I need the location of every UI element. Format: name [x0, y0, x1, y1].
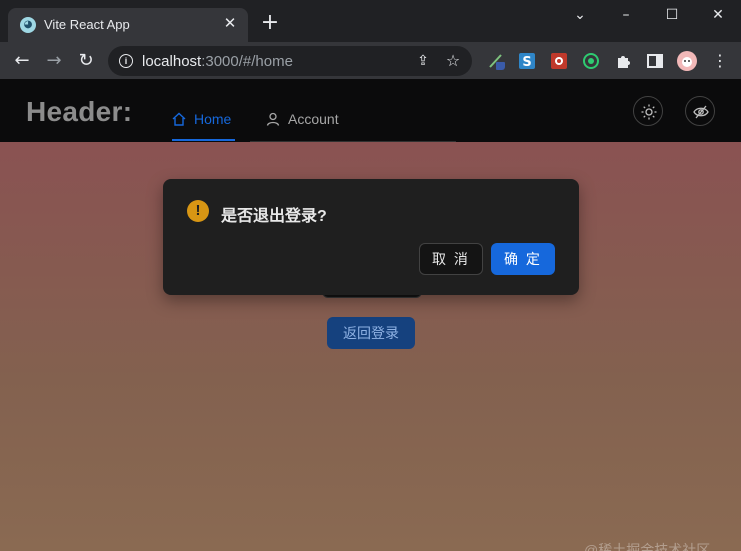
vite-favicon-icon: ◕ — [20, 17, 36, 33]
visibility-toggle-button[interactable] — [685, 96, 715, 126]
nav-active-indicator — [172, 139, 235, 141]
dialog-title: 是否退出登录? — [221, 208, 327, 225]
nav-divider — [250, 141, 456, 142]
bookmark-star-icon[interactable]: ☆ — [444, 52, 462, 70]
address-bar[interactable]: i localhost:3000/#/home ⇪ ☆ — [108, 46, 472, 76]
browser-tabstrip: ◕ Vite React App ✕ + ⌄ – ☐ ✕ — [0, 0, 741, 42]
tab-search-icon[interactable]: ⌄ — [569, 4, 591, 26]
app-header: Header: Home Account — [0, 79, 741, 142]
confirm-dialog: ! 是否退出登录? 取 消 确 定 — [163, 179, 579, 295]
profile-avatar[interactable] — [676, 50, 698, 72]
sun-icon — [641, 104, 657, 120]
nav-account-label: Account — [288, 111, 339, 127]
tab-close-icon[interactable]: ✕ — [220, 14, 240, 34]
info-icon[interactable]: i — [119, 54, 133, 68]
minimize-icon[interactable]: – — [615, 4, 637, 26]
red-extension-icon[interactable] — [550, 52, 568, 70]
tab-title: Vite React App — [44, 17, 130, 32]
s-extension-icon[interactable]: S — [518, 52, 536, 70]
home-icon — [172, 112, 186, 126]
browser-toolbar: ← → ↻ i localhost:3000/#/home ⇪ ☆ S ⋮ — [0, 42, 741, 79]
page-title: Header: — [26, 96, 133, 127]
window-close-icon[interactable]: ✕ — [707, 4, 729, 26]
puzzle-icon[interactable] — [614, 52, 632, 70]
url-text[interactable]: localhost:3000/#/home — [142, 53, 293, 70]
forward-arrow-icon[interactable]: → — [42, 49, 66, 73]
exclamation-circle-icon: ! — [187, 200, 209, 222]
user-icon — [266, 112, 280, 126]
nav-home[interactable]: Home — [172, 111, 231, 141]
pen-extension-icon[interactable] — [487, 52, 505, 70]
browser-tab[interactable]: ◕ Vite React App ✕ — [8, 8, 248, 42]
share-icon[interactable]: ⇪ — [414, 52, 432, 70]
theme-toggle-button[interactable] — [633, 96, 663, 126]
back-to-login-button[interactable]: 返回登录 — [327, 317, 415, 349]
sidepanel-icon[interactable] — [646, 52, 664, 70]
eye-slash-icon — [693, 105, 709, 119]
maximize-icon[interactable]: ☐ — [661, 4, 683, 26]
watermark: @稀土掘金技术社区 — [584, 542, 711, 551]
reload-icon[interactable]: ↻ — [74, 49, 98, 73]
nav-home-label: Home — [194, 111, 232, 127]
svg-text:S: S — [522, 55, 531, 70]
circle-extension-icon[interactable] — [582, 52, 600, 70]
confirm-button[interactable]: 确 定 — [491, 243, 555, 275]
cancel-button[interactable]: 取 消 — [419, 243, 483, 275]
menu-dots-icon[interactable]: ⋮ — [708, 49, 732, 73]
nav-account[interactable]: Account — [266, 111, 339, 141]
page-content: Header: Home Account 返回登录 ! 是否退出登录? 取 消 … — [0, 79, 741, 551]
new-tab-icon[interactable]: + — [258, 11, 282, 35]
back-arrow-icon[interactable]: ← — [10, 49, 34, 73]
